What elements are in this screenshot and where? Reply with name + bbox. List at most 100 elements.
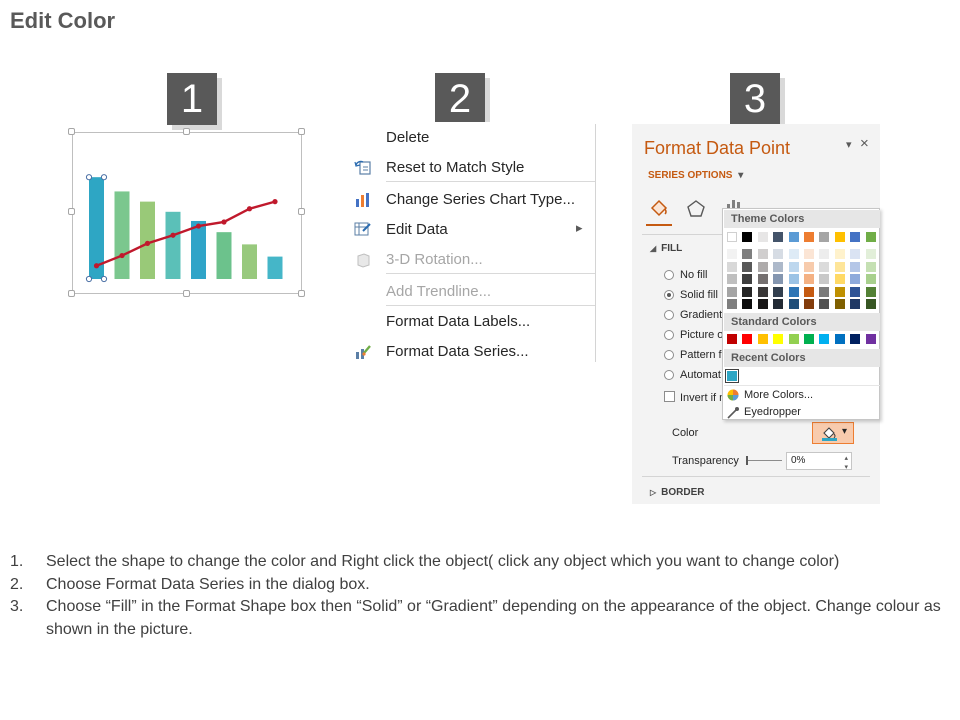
resize-handle[interactable] (68, 208, 75, 215)
theme-shade-swatch[interactable] (788, 274, 799, 284)
resize-handle[interactable] (298, 128, 305, 135)
standard-color-swatch[interactable] (865, 334, 876, 344)
theme-color-swatch[interactable] (788, 232, 799, 242)
theme-shade-swatch[interactable] (834, 286, 845, 297)
spin-down-icon[interactable]: ▾ (844, 460, 848, 476)
theme-shade-swatch[interactable] (788, 286, 799, 297)
automatic-fill-radio[interactable] (664, 370, 674, 380)
theme-shade-swatch[interactable] (742, 286, 753, 297)
theme-shade-swatch[interactable] (850, 249, 861, 259)
theme-shade-swatch[interactable] (804, 274, 814, 284)
theme-shade-swatch[interactable] (865, 286, 876, 297)
fill-section-header[interactable]: ◢ FILL (650, 243, 682, 254)
no-fill-radio[interactable] (664, 270, 674, 280)
bar-selection-handle[interactable] (100, 174, 108, 181)
more-colors-link[interactable]: More Colors... (726, 387, 876, 403)
theme-shade-swatch[interactable] (727, 299, 737, 309)
menu-item-change-chart-type[interactable]: Change Series Chart Type... (348, 186, 596, 214)
theme-shade-swatch[interactable] (757, 299, 768, 309)
chart-line-point[interactable] (119, 252, 125, 259)
theme-color-swatch[interactable] (773, 232, 784, 242)
menu-item-format-data-series[interactable]: Format Data Series... (348, 338, 596, 366)
theme-shade-swatch[interactable] (773, 286, 784, 297)
chart-line-point[interactable] (170, 232, 176, 238)
picture-fill-radio[interactable] (664, 330, 674, 340)
standard-color-swatch[interactable] (850, 334, 861, 344)
theme-shade-swatch[interactable] (804, 286, 814, 297)
theme-color-swatch[interactable] (850, 232, 861, 242)
resize-handle[interactable] (183, 128, 190, 135)
theme-shade-swatch[interactable] (819, 274, 830, 284)
transparency-input[interactable]: 0% ▴ ▾ (786, 452, 852, 471)
border-section-header[interactable]: ▷ BORDER (650, 487, 705, 498)
chart-bar[interactable] (267, 256, 283, 279)
theme-shade-swatch[interactable] (727, 249, 737, 259)
chart-bar[interactable] (242, 244, 257, 279)
bar-selection-handle[interactable] (85, 275, 93, 283)
theme-color-swatch[interactable] (742, 232, 753, 242)
theme-shade-swatch[interactable] (834, 249, 845, 259)
gradient-fill-radio[interactable] (664, 310, 674, 320)
theme-color-swatch[interactable] (804, 232, 814, 242)
chart-line-point[interactable] (246, 206, 253, 212)
theme-shade-swatch[interactable] (788, 261, 799, 272)
theme-shade-swatch[interactable] (850, 274, 861, 284)
theme-shade-swatch[interactable] (757, 274, 768, 284)
chart-line-point[interactable] (221, 219, 227, 225)
theme-shade-swatch[interactable] (819, 299, 830, 309)
pattern-fill-radio[interactable] (664, 350, 674, 360)
resize-handle[interactable] (68, 128, 75, 135)
close-icon[interactable]: × (860, 135, 869, 152)
chart-line-point[interactable] (93, 263, 100, 269)
theme-shade-swatch[interactable] (757, 249, 768, 259)
theme-shade-swatch[interactable] (804, 261, 814, 272)
theme-shade-swatch[interactable] (742, 249, 753, 259)
series-options-dropdown[interactable]: SERIES OPTIONS ▾ (648, 170, 743, 181)
theme-shade-swatch[interactable] (788, 299, 799, 309)
theme-color-swatch[interactable] (865, 232, 876, 242)
chart[interactable] (73, 133, 301, 293)
theme-shade-swatch[interactable] (819, 286, 830, 297)
standard-color-swatch[interactable] (788, 334, 799, 344)
chart-bar[interactable] (114, 191, 130, 279)
chart-bar[interactable] (216, 232, 232, 279)
theme-shade-swatch[interactable] (773, 274, 784, 284)
chart-bar[interactable] (140, 201, 155, 279)
transparency-slider-thumb[interactable] (746, 456, 748, 465)
bar-selection-handle[interactable] (100, 275, 108, 283)
theme-color-swatch[interactable] (757, 232, 768, 242)
standard-color-swatch[interactable] (727, 334, 737, 344)
theme-shade-swatch[interactable] (804, 249, 814, 259)
solid-fill-radio[interactable] (664, 290, 674, 300)
theme-shade-swatch[interactable] (865, 261, 876, 272)
theme-shade-swatch[interactable] (834, 274, 845, 284)
chart-bar[interactable] (165, 211, 181, 279)
standard-color-swatch[interactable] (773, 334, 784, 344)
theme-shade-swatch[interactable] (757, 261, 768, 272)
standard-color-swatch[interactable] (757, 334, 768, 344)
fill-line-icon[interactable] (648, 198, 670, 223)
effects-icon[interactable] (686, 200, 706, 223)
theme-color-swatch[interactable] (727, 232, 737, 242)
menu-item-edit-data[interactable]: Edit Data ▸ (348, 216, 596, 244)
resize-handle[interactable] (68, 290, 75, 297)
chart-line-point[interactable] (195, 223, 202, 229)
standard-color-swatch[interactable] (834, 334, 845, 344)
theme-shade-swatch[interactable] (788, 249, 799, 259)
pane-options-icon[interactable]: ▾ (846, 138, 852, 151)
theme-shade-swatch[interactable] (773, 299, 784, 309)
theme-color-swatch[interactable] (819, 232, 830, 242)
theme-shade-swatch[interactable] (757, 286, 768, 297)
resize-handle[interactable] (298, 290, 305, 297)
theme-shade-swatch[interactable] (834, 261, 845, 272)
standard-color-swatch[interactable] (742, 334, 753, 344)
menu-item-add-trendline[interactable]: Add Trendline... (348, 278, 596, 306)
theme-shade-swatch[interactable] (804, 299, 814, 309)
invert-checkbox[interactable] (664, 391, 675, 402)
recent-color-swatch[interactable] (725, 369, 739, 383)
bar-selection-handle[interactable] (85, 174, 93, 181)
transparency-slider[interactable] (746, 460, 782, 461)
resize-handle[interactable] (298, 208, 305, 215)
chart-bar[interactable] (191, 220, 206, 279)
theme-color-swatch[interactable] (834, 232, 845, 242)
